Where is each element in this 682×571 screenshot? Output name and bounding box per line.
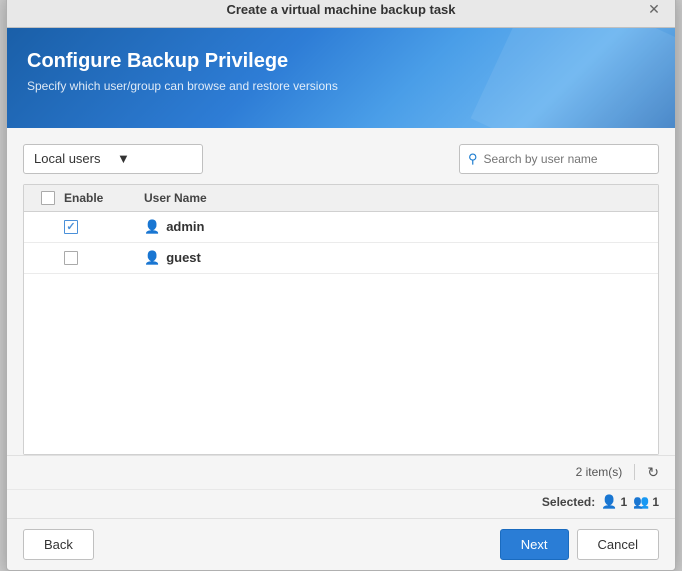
enable-col-header: Enable — [64, 191, 144, 205]
item-count: 2 item(s) — [576, 465, 623, 479]
chevron-down-icon: ▼ — [117, 151, 192, 166]
filter-icon: ⚲ — [468, 151, 478, 167]
header-subtitle: Specify which user/group can browse and … — [27, 79, 655, 93]
selected-group-badge: 👥 1 — [633, 494, 659, 510]
username-col-header: User Name — [144, 191, 650, 205]
divider — [634, 464, 635, 480]
username-cell-guest: 👤 guest — [144, 250, 650, 266]
check-icon: ✓ — [66, 220, 75, 233]
selected-info: Selected: 👤 1 👥 1 — [542, 494, 659, 510]
user-group-dropdown[interactable]: Local users ▼ — [23, 144, 203, 174]
refresh-icon[interactable]: ↻ — [647, 464, 659, 481]
users-table: Enable User Name ✓ 👤 admin — [23, 184, 659, 455]
header-banner: Configure Backup Privilege Specify which… — [7, 28, 675, 128]
footer-info: 2 item(s) ↻ — [7, 455, 675, 489]
username-cell-admin: 👤 admin — [144, 219, 650, 235]
next-button[interactable]: Next — [500, 529, 569, 560]
close-button[interactable]: ✕ — [645, 1, 663, 19]
username-label: admin — [166, 219, 204, 234]
user-icon-selected: 👤 — [601, 494, 617, 510]
enable-cell: ✓ — [64, 220, 144, 234]
search-box: ⚲ — [459, 144, 659, 174]
dialog-title: Create a virtual machine backup task — [37, 2, 645, 17]
group-icon-selected: 👥 — [633, 494, 649, 510]
selected-user-count: 1 — [620, 495, 627, 509]
enable-cell — [64, 251, 144, 265]
main-content: Local users ▼ ⚲ Enable User Name — [7, 128, 675, 455]
title-bar: Create a virtual machine backup task ✕ — [7, 0, 675, 28]
right-buttons: Next Cancel — [500, 529, 659, 560]
header-check-col — [32, 191, 64, 205]
selected-label: Selected: — [542, 495, 595, 509]
select-all-checkbox[interactable] — [41, 191, 55, 205]
back-button[interactable]: Back — [23, 529, 94, 560]
username-label: guest — [166, 250, 201, 265]
enable-checkbox-admin[interactable]: ✓ — [64, 220, 78, 234]
table-row: ✓ 👤 admin — [24, 212, 658, 243]
table-header: Enable User Name — [24, 185, 658, 212]
header-title: Configure Backup Privilege — [27, 50, 655, 73]
search-input[interactable] — [484, 152, 634, 166]
dropdown-label: Local users — [34, 151, 109, 166]
selected-group-count: 1 — [652, 495, 659, 509]
selected-user-badge: 👤 1 — [601, 494, 627, 510]
enable-checkbox-guest[interactable] — [64, 251, 78, 265]
user-icon: 👤 — [144, 250, 160, 266]
dialog: Create a virtual machine backup task ✕ C… — [6, 0, 676, 571]
cancel-button[interactable]: Cancel — [577, 529, 659, 560]
toolbar: Local users ▼ ⚲ — [23, 144, 659, 174]
table-row: 👤 guest — [24, 243, 658, 274]
user-icon: 👤 — [144, 219, 160, 235]
empty-table-area — [24, 274, 658, 454]
